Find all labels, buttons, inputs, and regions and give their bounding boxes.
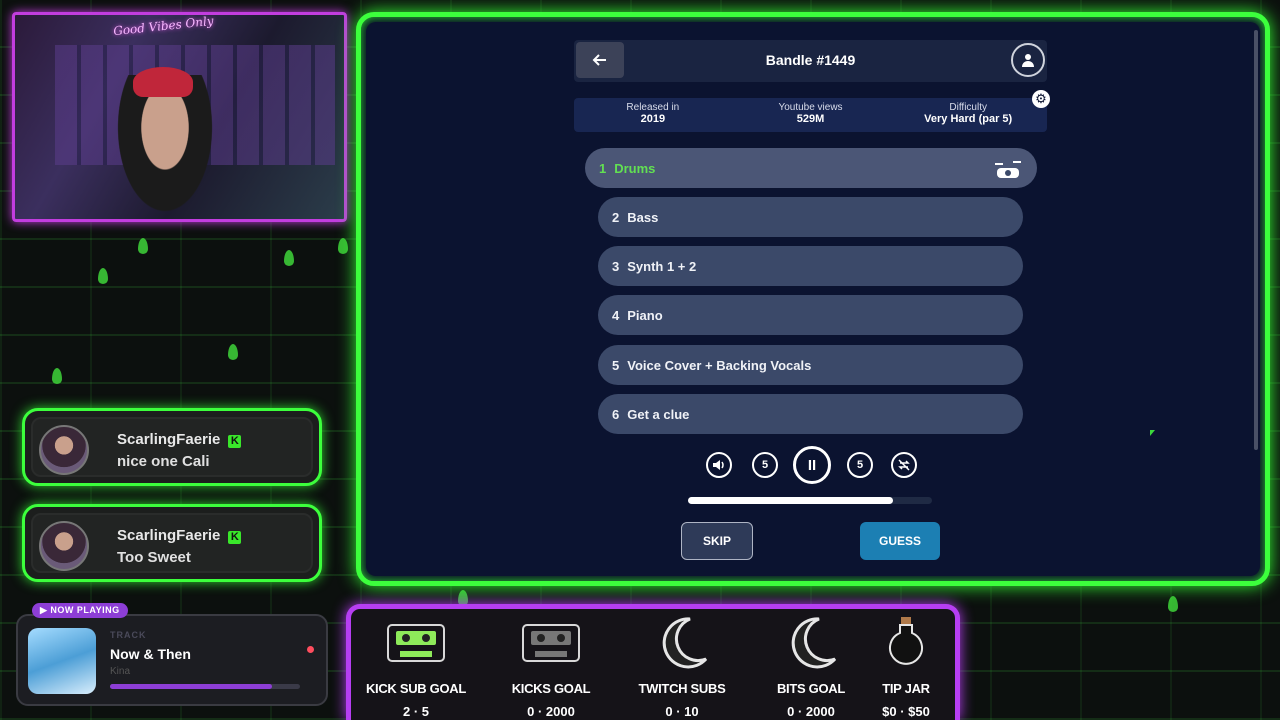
goal-kicks: KICKS GOAL 0 · 2000 — [486, 619, 616, 719]
pause-button[interactable]: II — [793, 446, 831, 484]
volume-button[interactable] — [706, 452, 732, 478]
info-views: Youtube views 529M — [778, 102, 843, 125]
skip-button[interactable]: SKIP — [681, 522, 753, 560]
drip-decoration — [98, 268, 108, 284]
cassette-icon — [521, 619, 581, 667]
moon-icon — [781, 617, 841, 669]
track-title: Now & Then — [110, 646, 191, 662]
game-title: Bandle #1449 — [765, 52, 856, 68]
chat-message: ScarlingFaerie K nice one Cali — [22, 408, 322, 486]
chat-text: nice one Cali — [117, 453, 210, 470]
rewind-5-button[interactable]: 5 — [752, 452, 778, 478]
drip-decoration — [1168, 596, 1178, 612]
user-icon — [1022, 54, 1034, 67]
streamer-hair — [133, 67, 193, 97]
live-dot-icon — [307, 646, 314, 653]
drip-decoration — [228, 344, 238, 360]
drip-decoration — [52, 368, 62, 384]
song-info-bar: Released in 2019 Youtube views 529M Diff… — [574, 98, 1047, 132]
drum-kit-icon — [995, 161, 1021, 178]
chat-username: ScarlingFaerie — [117, 527, 221, 544]
chat-message: ScarlingFaerie K Too Sweet — [22, 504, 322, 582]
webcam-feed: Good Vibes Only — [12, 12, 347, 222]
loop-toggle-button[interactable] — [891, 452, 917, 478]
profile-button[interactable] — [1011, 43, 1045, 77]
track-row-clue[interactable]: 6 Get a clue — [598, 394, 1023, 434]
track-label: TRACK — [110, 630, 147, 640]
forward-icon: 5 — [856, 459, 864, 471]
chat-text: Too Sweet — [117, 549, 191, 566]
kick-badge-icon: K — [228, 435, 242, 448]
scrollbar[interactable] — [1254, 30, 1258, 450]
avatar — [39, 521, 89, 571]
album-art — [28, 628, 96, 694]
avatar — [39, 425, 89, 475]
game-header: Bandle #1449 — [574, 40, 1047, 82]
guess-button[interactable]: GUESS — [860, 522, 940, 560]
chat-username: ScarlingFaerie — [117, 431, 221, 448]
cassette-icon — [386, 619, 446, 667]
no-loop-icon — [898, 459, 910, 471]
track-row-drums[interactable]: 1 Drums — [585, 148, 1037, 188]
rewind-icon: 5 — [761, 459, 769, 471]
drip-decoration — [284, 250, 294, 266]
track-row-vocals[interactable]: 5 Voice Cover + Backing Vocals — [598, 345, 1023, 385]
gear-icon[interactable]: ⚙ — [1032, 90, 1050, 108]
track-progress — [110, 684, 300, 689]
stream-goals-bar: KICK SUB GOAL 2 · 5 KICKS GOAL 0 · 2000 … — [346, 604, 960, 720]
moon-icon — [652, 617, 712, 669]
mouse-cursor-icon — [1150, 430, 1155, 436]
streamer — [110, 75, 220, 219]
player-controls: 5 II 5 — [706, 444, 917, 484]
pause-icon: II — [807, 456, 817, 474]
playback-progress[interactable] — [688, 497, 932, 504]
drip-decoration — [338, 238, 348, 254]
goal-tip-jar: TIP JAR $0 · $50 — [851, 617, 961, 719]
info-released: Released in 2019 — [626, 102, 680, 125]
speaker-icon — [713, 460, 724, 470]
track-artist: Kina — [110, 666, 131, 677]
forward-5-button[interactable]: 5 — [847, 452, 873, 478]
now-playing-tag: ▶ NOW PLAYING — [32, 603, 128, 618]
goal-kick-sub: KICK SUB GOAL 2 · 5 — [351, 619, 481, 719]
webcam-signature: Good Vibes Only — [112, 13, 215, 39]
potion-icon — [876, 617, 936, 667]
info-difficulty: Difficulty Very Hard (par 5) — [924, 102, 1013, 125]
bandle-game: Bandle #1449 Released in 2019 Youtube vi… — [366, 22, 1260, 576]
track-row-synth[interactable]: 3 Synth 1 + 2 — [598, 246, 1023, 286]
drip-decoration — [138, 238, 148, 254]
now-playing-widget: TRACK Now & Then Kina — [16, 614, 328, 706]
goal-twitch-subs: TWITCH SUBS 0 · 10 — [617, 617, 747, 719]
track-row-bass[interactable]: 2 Bass — [598, 197, 1023, 237]
kick-badge-icon: K — [228, 531, 242, 544]
track-row-piano[interactable]: 4 Piano — [598, 295, 1023, 335]
